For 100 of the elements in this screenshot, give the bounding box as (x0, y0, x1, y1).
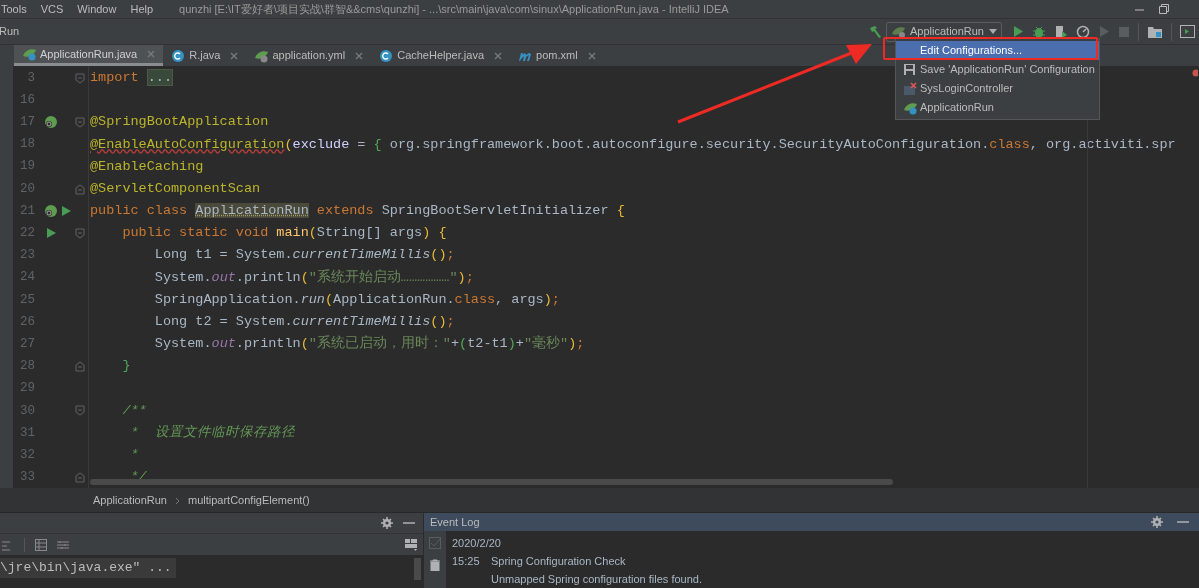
stop-icon[interactable] (1118, 25, 1130, 38)
line-number: 26 (19, 313, 35, 331)
line-number: 25 (19, 291, 35, 309)
line-number: 30 (19, 402, 35, 420)
code-line: Long t2 = System.currentTimeMillis(); (153, 313, 455, 332)
log-message: Unmapped Spring configuration files found. (490, 572, 703, 587)
toolbar-label: Run (0, 24, 20, 40)
fold-marker-icon[interactable] (75, 471, 85, 483)
code-line: * 设置文件临时保存路径 (129, 423, 295, 442)
code-line: * (129, 446, 139, 465)
code-line: @ServletComponentScan (89, 179, 261, 198)
fold-marker-icon[interactable] (75, 361, 85, 373)
fold-marker-icon[interactable] (75, 116, 85, 128)
settings-icon[interactable] (1151, 516, 1163, 528)
line-number: 23 (19, 247, 35, 265)
fold-marker-icon[interactable] (75, 72, 85, 84)
settings-icon[interactable] (381, 517, 393, 529)
class-icon (379, 48, 394, 63)
horizontal-scrollbar[interactable] (90, 479, 893, 485)
code-line: } (121, 357, 131, 376)
panel-title: Event Log (430, 514, 480, 530)
code-line: public class ApplicationRun extends SpringBootServletInitializer { (89, 202, 625, 221)
hammer-icon[interactable] (868, 24, 882, 39)
line-number: 24 (19, 269, 35, 287)
caret-icon (989, 29, 997, 34)
code-line: @SpringBootApplication (89, 113, 269, 132)
menu-item[interactable]: Save 'ApplicationRun' Configuration (896, 60, 1099, 79)
folder-icon[interactable] (1147, 24, 1163, 39)
fold-marker-icon[interactable] (75, 183, 85, 195)
layout-icon[interactable] (405, 538, 417, 551)
breadcrumb[interactable]: ApplicationRun (93, 492, 167, 509)
line-number: 17 (19, 114, 35, 132)
chevron-icon (175, 496, 180, 505)
table-icon[interactable] (35, 538, 47, 551)
editor-tab[interactable]: ApplicationRun.java (14, 45, 164, 66)
code-line: import ... (89, 67, 174, 88)
line-number: 27 (19, 335, 35, 353)
window-title: qunzhi [E:\IT爱好者\项目实战\群智&&cms\qunzhi] - ...\src\main\java\com\sinux\ApplicationRun.java - IntelliJ IDEA (179, 1, 729, 17)
line-number: 28 (19, 358, 35, 376)
vertical-scrollbar[interactable] (414, 558, 421, 580)
editor-tab[interactable]: R.java (163, 45, 247, 66)
log-title: Spring Configuration Check (491, 554, 626, 569)
close-icon[interactable] (587, 51, 596, 60)
line-number: 3 (26, 69, 35, 87)
spring-leaf-icon (903, 100, 917, 115)
code-line: @EnableCaching (89, 157, 204, 176)
close-icon[interactable] (147, 50, 156, 58)
line-number: 32 (19, 446, 35, 464)
menu-item[interactable]: SysLoginController (896, 79, 1099, 98)
close-icon[interactable] (355, 51, 364, 60)
close-icon[interactable] (230, 51, 239, 60)
line-number: 19 (19, 158, 35, 176)
menu-item[interactable]: ApplicationRun (896, 98, 1099, 117)
terminal-icon[interactable] (1180, 25, 1195, 38)
line-number: 29 (19, 380, 35, 398)
minimize-icon[interactable] (1177, 520, 1189, 524)
line-number: 22 (19, 225, 35, 243)
line-number: 16 (19, 91, 35, 109)
spring-leaf-icon (254, 48, 269, 63)
spring-icon (891, 24, 907, 39)
log-time: 15:25 (452, 554, 481, 569)
log-date: 2020/2/20 (452, 536, 502, 551)
line-number: 18 (19, 136, 35, 154)
fold-marker-icon[interactable] (75, 405, 85, 417)
code-line: System.out.println("系统开始启动………………"); (153, 268, 474, 287)
save-icon (903, 62, 917, 77)
line-number: 33 (19, 469, 35, 487)
menu-item[interactable]: Window (77, 0, 117, 18)
line-number: 31 (19, 424, 35, 442)
editor-tab[interactable]: CacheHelper.java (371, 45, 511, 66)
close-icon[interactable] (494, 51, 503, 60)
editor-tab[interactable]: pom.xml (510, 45, 604, 66)
code-line: SpringApplication.run(ApplicationRun.class, args); (153, 290, 560, 309)
breadcrumb[interactable]: multipartConfigElement() (188, 492, 310, 509)
debug-bug-icon[interactable] (1032, 24, 1046, 39)
minimize-icon[interactable] (403, 521, 415, 525)
run-icon[interactable] (1012, 25, 1024, 38)
code-line: Long t1 = System.currentTimeMillis(); (153, 246, 455, 265)
menu-item[interactable]: Tools (1, 0, 27, 18)
line-number: 20 (19, 180, 35, 198)
spring-bean-icon[interactable] (43, 204, 58, 219)
menu-item[interactable]: Help (130, 0, 154, 18)
filter-icon[interactable] (57, 538, 69, 551)
code-line: /** (121, 401, 147, 420)
spring-bean-icon[interactable] (43, 115, 58, 130)
fold-marker-icon[interactable] (75, 227, 85, 239)
checkmark-icon[interactable] (429, 537, 441, 549)
code-line: System.out.println("系统已启动，用时："+(t2-t1)+"毫秒"); (153, 334, 585, 354)
trash-icon[interactable] (430, 559, 440, 571)
restore-icon[interactable] (1159, 4, 1169, 14)
spring-leaf-icon (22, 47, 36, 61)
menu-item[interactable]: VCS (40, 0, 64, 18)
class-icon (171, 48, 186, 63)
code-line: public static void main(String[] args) { (121, 224, 447, 243)
line-number: 21 (19, 202, 35, 220)
code-line: @EnableAutoConfiguration(exclude = { org.springframework.boot.autoconfigure.security.SecurityAutoConfiguration.class, org.activiti.spr (89, 135, 1176, 154)
editor-tab[interactable]: application.yml (246, 45, 372, 66)
class-error-icon (903, 81, 917, 96)
coverage-icon[interactable] (1054, 24, 1068, 39)
profiler-icon[interactable] (1076, 24, 1090, 39)
